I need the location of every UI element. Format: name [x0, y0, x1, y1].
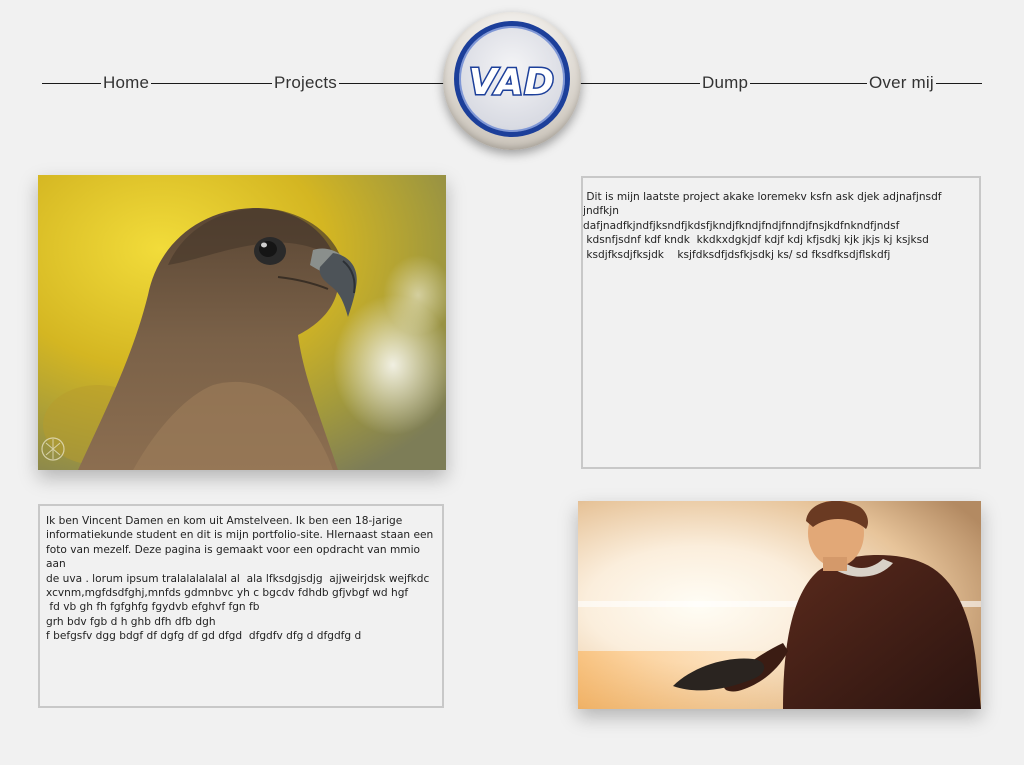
nav-over-mij-link[interactable]: Over mij — [867, 72, 936, 94]
project-description-panel: Dit is mijn laatste project akake loreme… — [581, 176, 981, 469]
logo-text: VAD — [467, 61, 556, 105]
nav-home-link[interactable]: Home — [101, 72, 152, 94]
about-me-panel: Ik ben Vincent Damen en kom uit Amstelve… — [38, 504, 444, 708]
site-logo[interactable]: VAD — [443, 12, 581, 150]
nav-dump-link[interactable]: Dump — [700, 72, 751, 94]
logo-badge: VAD — [454, 21, 570, 137]
eagle-photo — [38, 175, 446, 470]
nav-projects-link[interactable]: Projects — [272, 72, 340, 94]
portrait-photo — [578, 501, 981, 709]
